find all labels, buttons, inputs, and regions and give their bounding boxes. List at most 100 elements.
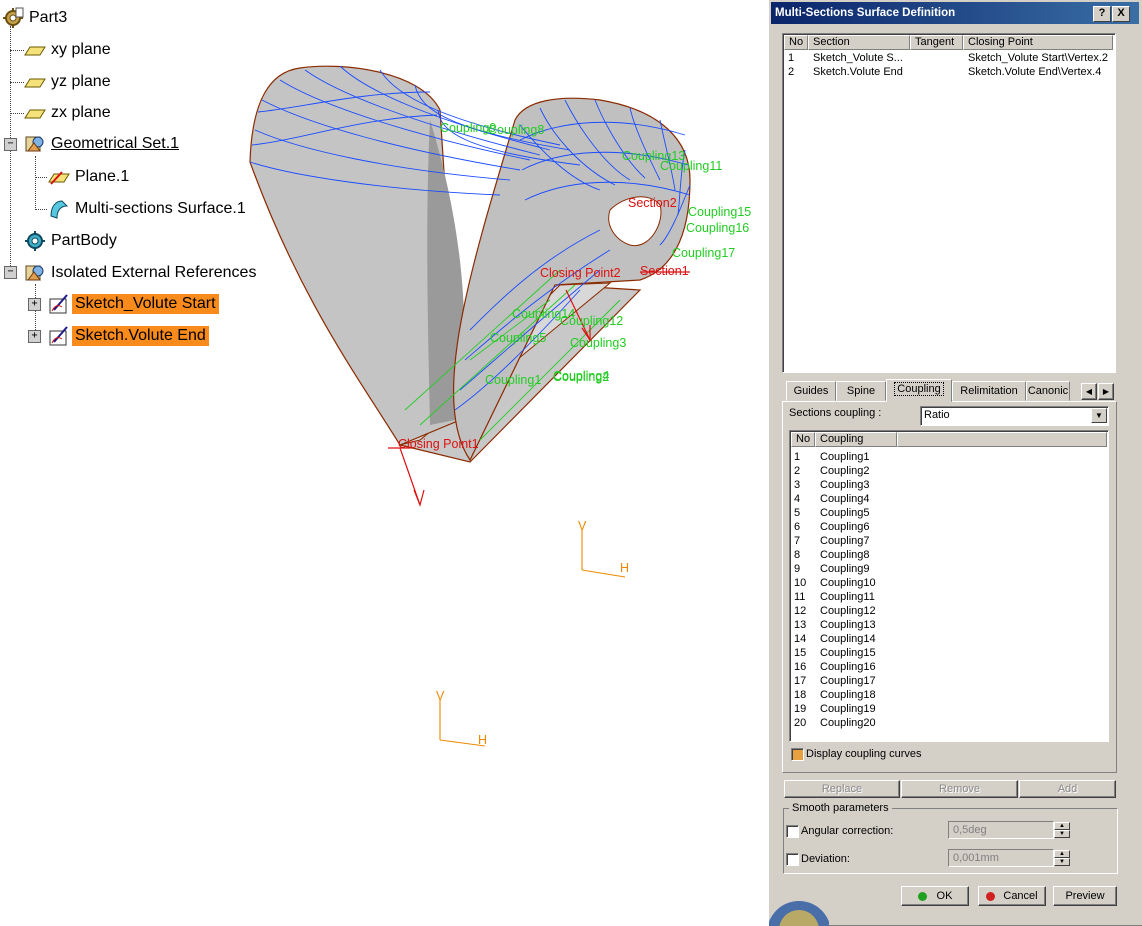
tab-spine[interactable]: Spine xyxy=(836,381,886,401)
section-row-2[interactable]: 2 Sketch.Volute End Sketch.Volute End\Ve… xyxy=(783,65,1113,79)
coupling-row-no: 15 xyxy=(794,647,807,659)
deviation-checkbox[interactable] xyxy=(786,853,799,866)
coupling-row-no: 2 xyxy=(794,465,801,477)
add-button[interactable]: Add xyxy=(1019,780,1116,798)
sections-header-closing-point[interactable]: Closing Point xyxy=(963,35,1113,50)
coupling-row[interactable]: 6 Coupling6 xyxy=(790,520,1106,534)
tab-scroll-right-icon[interactable]: ▶ xyxy=(1098,383,1114,400)
coupling-row[interactable]: 4 Coupling4 xyxy=(790,492,1106,506)
coupling-row[interactable]: 17 Coupling17 xyxy=(790,674,1106,688)
ok-label: OK xyxy=(936,890,953,902)
tree-item-geometrical-set[interactable]: Geometrical Set.1 xyxy=(24,132,182,156)
tree-item-label: Sketch_Volute Start xyxy=(72,294,219,314)
tree-item-sketch-volute-start[interactable]: Sketch_Volute Start xyxy=(48,292,219,316)
section-row-1[interactable]: 1 Sketch_Volute S... Sketch_Volute Start… xyxy=(783,51,1113,65)
coupling-row[interactable]: 19 Coupling19 xyxy=(790,702,1106,716)
ok-button[interactable]: OK xyxy=(901,886,969,906)
sections-header-no[interactable]: No xyxy=(784,35,808,50)
coupling-row[interactable]: 16 Coupling16 xyxy=(790,660,1106,674)
display-coupling-curves-checkbox[interactable] xyxy=(791,748,804,761)
coupling-row-name: Coupling15 xyxy=(820,647,876,659)
spin-up-icon[interactable]: ▲ xyxy=(1054,822,1070,830)
sections-coupling-select[interactable]: Ratio ▼ xyxy=(920,406,1109,426)
spin-down-icon[interactable]: ▼ xyxy=(1054,858,1070,866)
coupling-list[interactable]: No Coupling 1 Coupling1 2 Coupling2 3 Couplin… xyxy=(789,430,1109,742)
deviation-field[interactable]: 0,001mm xyxy=(948,849,1054,867)
angular-correction-field[interactable]: 0,5deg xyxy=(948,821,1054,839)
coupling-row-name: Coupling7 xyxy=(820,535,870,547)
tab-guides[interactable]: Guides xyxy=(786,381,836,401)
coupling-label: Coupling11 xyxy=(660,159,722,173)
tree-connector xyxy=(35,209,47,210)
tree-item-label: Sketch.Volute End xyxy=(72,326,209,346)
preview-button[interactable]: Preview xyxy=(1053,886,1117,906)
tree-item-label: xy plane xyxy=(51,41,111,58)
coupling-header-name[interactable]: Coupling xyxy=(815,432,897,447)
coupling-row-no: 14 xyxy=(794,633,807,645)
angular-correction-checkbox[interactable] xyxy=(786,825,799,838)
coupling-row-no: 5 xyxy=(794,507,801,519)
axis-h-label: H xyxy=(620,561,629,575)
coupling-row-name: Coupling9 xyxy=(820,563,870,575)
close-button[interactable]: X xyxy=(1112,6,1130,22)
expand-icon[interactable]: + xyxy=(28,298,41,311)
deviation-spinner[interactable]: ▲ ▼ xyxy=(1054,850,1070,867)
tree-connector xyxy=(35,177,47,178)
coupling-row[interactable]: 15 Coupling15 xyxy=(790,646,1106,660)
coupling-row[interactable]: 14 Coupling14 xyxy=(790,632,1106,646)
coupling-row[interactable]: 18 Coupling18 xyxy=(790,688,1106,702)
tree-item-label: PartBody xyxy=(51,232,117,249)
tree-item-sketch-volute-end[interactable]: Sketch.Volute End xyxy=(48,324,209,348)
tree-item-isolated-external-references[interactable]: Isolated External References xyxy=(24,261,259,285)
tree-item-partbody[interactable]: PartBody xyxy=(24,229,120,253)
help-button[interactable]: ? xyxy=(1093,6,1111,22)
plane-icon xyxy=(24,46,46,56)
deviation-label: Deviation: xyxy=(801,853,850,865)
collapse-icon[interactable]: − xyxy=(4,266,17,279)
coupling-row[interactable]: 13 Coupling13 xyxy=(790,618,1106,632)
tab-relimitation[interactable]: Relimitation xyxy=(952,381,1026,401)
angular-correction-spinner[interactable]: ▲ ▼ xyxy=(1054,822,1070,839)
tree-item-plane1[interactable]: Plane.1 xyxy=(48,165,132,189)
tree-item-xy-plane[interactable]: xy plane xyxy=(24,38,114,62)
tab-scroll-left-icon[interactable]: ◀ xyxy=(1081,383,1097,400)
coupling-row[interactable]: 12 Coupling12 xyxy=(790,604,1106,618)
spin-up-icon[interactable]: ▲ xyxy=(1054,850,1070,858)
tab-canonic[interactable]: Canonic xyxy=(1026,381,1070,401)
sections-header-section[interactable]: Section xyxy=(808,35,910,50)
coupling-row[interactable]: 20 Coupling20 xyxy=(790,716,1106,730)
spin-down-icon[interactable]: ▼ xyxy=(1054,830,1070,838)
tab-coupling[interactable]: Coupling xyxy=(886,379,952,402)
expand-icon[interactable]: + xyxy=(28,330,41,343)
coupling-row[interactable]: 9 Coupling9 xyxy=(790,562,1106,576)
closing-point-label: Closing Point2 xyxy=(540,266,621,280)
coupling-label: Coupling8 xyxy=(488,123,544,137)
coupling-row[interactable]: 10 Coupling10 xyxy=(790,576,1106,590)
cancel-button[interactable]: Cancel xyxy=(978,886,1046,906)
coupling-row-no: 10 xyxy=(794,577,807,589)
sections-header-tangent[interactable]: Tangent xyxy=(910,35,963,50)
tree-connector xyxy=(10,82,24,83)
coupling-row[interactable]: 7 Coupling7 xyxy=(790,534,1106,548)
dialog-titlebar[interactable]: Multi-Sections Surface Definition ? X xyxy=(771,2,1139,24)
coupling-row[interactable]: 11 Coupling11 xyxy=(790,590,1106,604)
tree-item-multi-sections-surface[interactable]: Multi-sections Surface.1 xyxy=(48,197,249,221)
sections-list[interactable]: No Section Tangent Closing Point 1 Sketc… xyxy=(782,33,1116,373)
chevron-down-icon[interactable]: ▼ xyxy=(1091,408,1107,423)
remove-button[interactable]: Remove xyxy=(901,780,1018,798)
coupling-row[interactable]: 8 Coupling8 xyxy=(790,548,1106,562)
coupling-label: Coupling4 xyxy=(553,369,609,383)
tree-root-part3[interactable]: Part3 xyxy=(2,6,70,30)
coupling-row[interactable]: 1 Coupling1 xyxy=(790,450,1106,464)
coupling-row[interactable]: 3 Coupling3 xyxy=(790,478,1106,492)
tree-item-yz-plane[interactable]: yz plane xyxy=(24,70,114,94)
tree-item-zx-plane[interactable]: zx plane xyxy=(24,101,114,125)
replace-button[interactable]: Replace xyxy=(784,780,900,798)
coupling-row-no: 4 xyxy=(794,493,801,505)
3d-viewport[interactable]: Coupling9 Coupling8 Coupling13 Coupling1… xyxy=(240,55,765,755)
coupling-row[interactable]: 5 Coupling5 xyxy=(790,506,1106,520)
coupling-header-no[interactable]: No xyxy=(791,432,815,447)
coupling-row-name: Coupling11 xyxy=(820,591,875,603)
collapse-icon[interactable]: − xyxy=(4,138,17,151)
coupling-row[interactable]: 2 Coupling2 xyxy=(790,464,1106,478)
